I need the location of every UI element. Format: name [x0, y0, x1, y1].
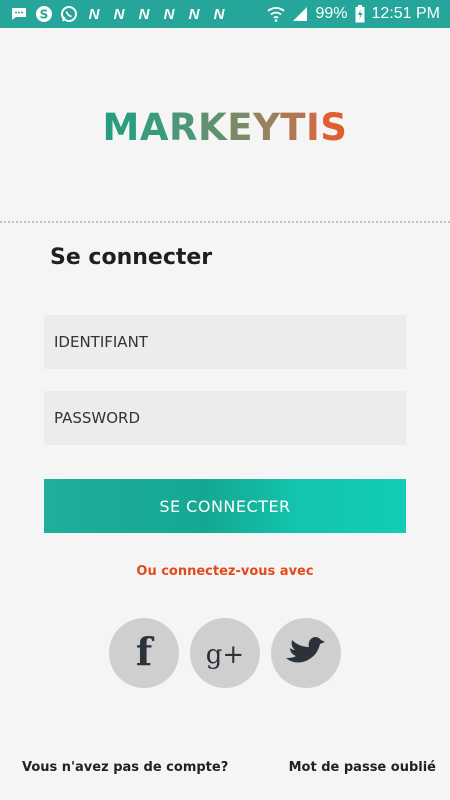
battery-charging-icon — [355, 5, 365, 23]
logo-letter: E — [227, 106, 253, 149]
logo-letter: Y — [252, 106, 281, 149]
whatsapp-icon — [60, 5, 78, 23]
twitter-icon — [286, 636, 325, 663]
svg-text:S: S — [40, 8, 49, 22]
googleplus-login-button[interactable]: g+ — [190, 618, 260, 688]
brand-logo: MARKEYTIS — [0, 106, 450, 149]
skype-icon: S — [35, 5, 53, 23]
n-notification-icon: N — [188, 5, 200, 23]
logo-letter: A — [139, 106, 170, 149]
logo-letter: R — [169, 106, 199, 149]
facebook-icon: f — [136, 629, 155, 674]
logo-letter: T — [280, 106, 307, 149]
facebook-login-button[interactable]: f — [109, 618, 179, 688]
n-notification-icon: N — [163, 5, 175, 23]
twitter-login-button[interactable] — [271, 618, 341, 688]
login-button[interactable]: SE CONNECTER — [44, 479, 406, 533]
n-notification-icon: N — [88, 5, 100, 23]
n-notification-icon: N — [138, 5, 150, 23]
divider — [0, 221, 450, 223]
battery-percent: 99% — [315, 5, 348, 22]
forgot-password-link[interactable]: Mot de passe oublié — [289, 760, 436, 775]
identifier-field[interactable] — [44, 315, 406, 369]
signal-icon — [292, 5, 308, 23]
status-bar: S N N N N N N 99% 12:51 PM — [0, 0, 450, 28]
system-icons: 99% 12:51 PM — [267, 5, 440, 23]
clock: 12:51 PM — [371, 5, 440, 22]
n-notification-icon: N — [113, 5, 125, 23]
googleplus-icon: g+ — [206, 640, 244, 670]
message-icon — [10, 5, 28, 23]
logo-letter: K — [198, 106, 228, 149]
notification-icons: S N N N N N N — [10, 5, 228, 23]
password-field[interactable] — [44, 391, 406, 445]
wifi-icon — [267, 5, 286, 23]
signup-link[interactable]: Vous n'avez pas de compte? — [22, 760, 228, 775]
logo-letter: M — [102, 106, 140, 149]
logo-letter: S — [320, 106, 348, 149]
facebook-glyph: f — [136, 629, 155, 674]
n-notification-icon: N — [213, 5, 225, 23]
page-title: Se connecter — [50, 245, 213, 270]
logo-letter: I — [306, 106, 321, 149]
alternative-login-text: Ou connectez-vous avec — [136, 564, 314, 579]
googleplus-glyph: g+ — [206, 640, 244, 670]
